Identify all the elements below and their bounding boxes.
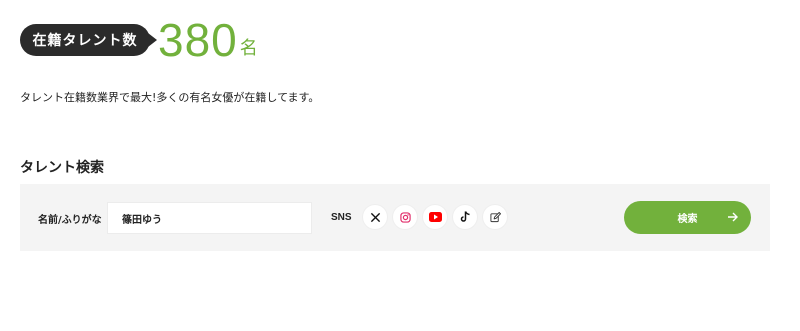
instagram-icon — [399, 211, 411, 223]
search-panel: 名前/ふりがな SNS — [20, 184, 770, 251]
arrow-right-icon — [728, 212, 738, 222]
sns-filter-instagram[interactable] — [393, 205, 417, 229]
search-button-label: 検索 — [677, 214, 698, 225]
sns-label: SNS — [331, 212, 352, 223]
talent-count-badge: 在籍タレント数 — [20, 24, 150, 56]
sns-filter-tiktok[interactable] — [453, 205, 477, 229]
name-search-input[interactable] — [107, 202, 312, 234]
name-field-label: 名前/ふりがな — [38, 215, 102, 226]
youtube-icon — [428, 212, 442, 222]
sns-filter-youtube[interactable] — [423, 205, 447, 229]
intro-text: タレント在籍数業界で最大!多くの有名女優が在籍してます。 — [20, 91, 320, 104]
search-button[interactable]: 検索 — [624, 201, 751, 234]
talent-count-number: 380 — [158, 14, 238, 66]
sns-filter-blog[interactable] — [483, 205, 507, 229]
x-icon — [370, 212, 380, 222]
search-heading: タレント検索 — [20, 160, 104, 176]
sns-filter-group — [363, 205, 507, 229]
sns-filter-x[interactable] — [363, 205, 387, 229]
talent-count-unit: 名 — [239, 38, 258, 59]
talent-count-section: 在籍タレント数 380 名 — [20, 16, 258, 64]
blog-edit-icon — [489, 211, 501, 222]
tiktok-icon — [460, 211, 470, 222]
